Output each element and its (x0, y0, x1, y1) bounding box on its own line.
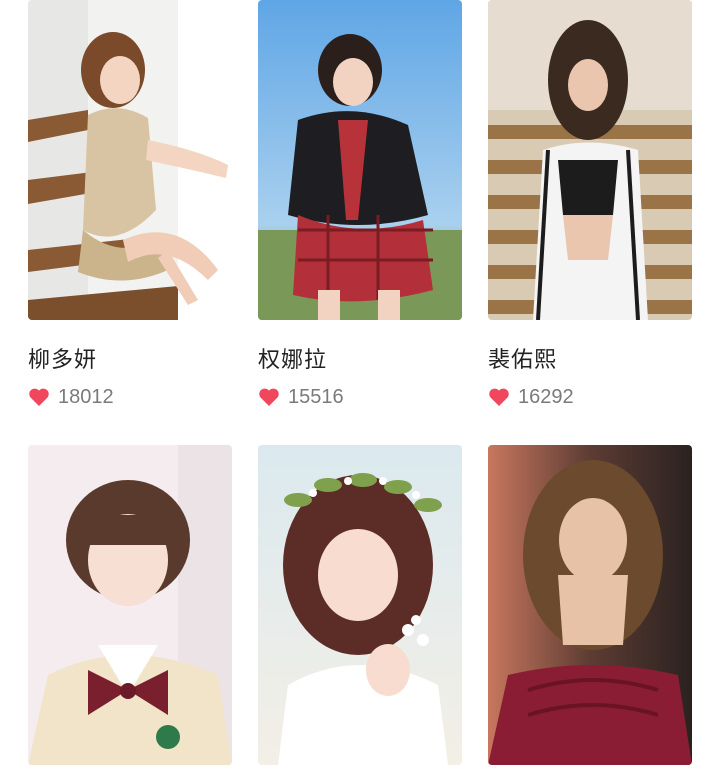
heart-icon[interactable] (258, 387, 280, 407)
card-photo[interactable] (488, 445, 692, 765)
like-count: 16292 (518, 385, 574, 408)
card-photo[interactable] (28, 445, 232, 765)
like-count: 15516 (288, 385, 344, 408)
gallery-card[interactable] (28, 445, 232, 765)
card-photo[interactable] (258, 0, 462, 320)
like-counter[interactable]: 16292 (488, 384, 574, 410)
gallery-card[interactable]: 柳多妍 18012 (28, 0, 232, 408)
card-photo[interactable] (258, 445, 462, 765)
gallery-card[interactable]: 裴佑熙 16292 (488, 0, 692, 408)
like-counter[interactable]: 18012 (28, 384, 114, 410)
card-name: 裴佑熙 (488, 348, 558, 373)
photo-grid: 柳多妍 18012 权娜拉 15516 裴佑熙 16292 (0, 0, 720, 765)
like-counter[interactable]: 15516 (258, 384, 344, 410)
card-name: 柳多妍 (28, 348, 98, 373)
card-name: 权娜拉 (258, 348, 328, 373)
gallery-card[interactable] (488, 445, 692, 765)
card-photo[interactable] (488, 0, 692, 320)
heart-icon[interactable] (28, 387, 50, 407)
like-count: 18012 (58, 385, 114, 408)
heart-icon[interactable] (488, 387, 510, 407)
gallery-card[interactable]: 权娜拉 15516 (258, 0, 462, 408)
card-photo[interactable] (28, 0, 232, 320)
gallery-card[interactable] (258, 445, 462, 765)
